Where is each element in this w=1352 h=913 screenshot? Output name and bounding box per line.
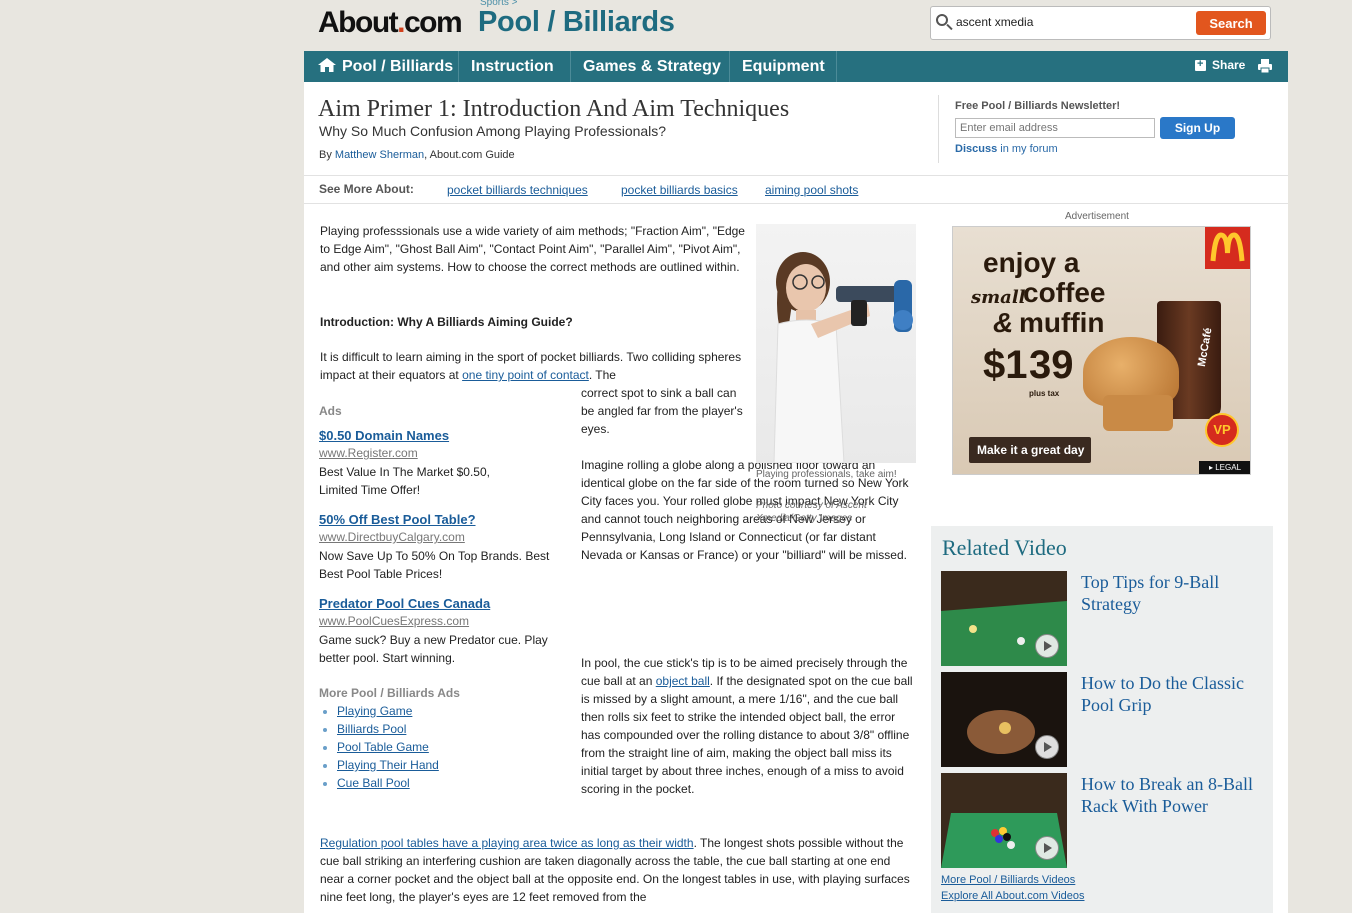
article-title: Aim Primer 1: Introduction And Aim Techn… [318, 96, 790, 122]
ad-price-cents: 39 [1029, 343, 1074, 387]
play-icon[interactable] [1035, 735, 1059, 759]
more-ads-label: More Pool / Billiards Ads [319, 686, 460, 700]
list-item[interactable]: Billiards Pool [337, 720, 439, 738]
see-more-link-techniques[interactable]: pocket billiards techniques [447, 183, 588, 197]
article-paragraph: correct spot to sink a ball can be angle… [581, 386, 743, 436]
video-thumbnail[interactable] [941, 672, 1067, 767]
discuss-forum-link[interactable]: Discuss in my forum [955, 143, 1058, 155]
print-icon[interactable] [1257, 58, 1273, 74]
list-item[interactable]: Pool Table Game [337, 738, 439, 756]
author-link[interactable]: Matthew Sherman [335, 149, 424, 161]
ad-title-link[interactable]: 50% Off Best Pool Table? [319, 512, 476, 527]
photo-caption: Playing professionals, take aim! [756, 469, 897, 480]
about-logo[interactable]: About.com [318, 6, 463, 40]
nav-item-games-strategy[interactable]: Games & Strategy [571, 51, 730, 82]
see-more-link-aiming[interactable]: aiming pool shots [765, 183, 858, 197]
search-input[interactable] [954, 12, 1188, 32]
video-thumbnail[interactable] [941, 571, 1067, 666]
related-video-title: Related Video [942, 535, 1067, 560]
more-ads-list: Playing Game Billiards Pool Pool Table G… [319, 702, 439, 792]
video-title-link[interactable]: How to Break an 8-Ball Rack With Power [1081, 773, 1266, 817]
logo-dot: . [397, 6, 405, 39]
more-videos-link[interactable]: More Pool / Billiards Videos [941, 874, 1075, 886]
ad-plus-tax: plus tax [1029, 389, 1060, 398]
see-more-link-basics[interactable]: pocket billiards basics [621, 183, 738, 197]
contact-point-link[interactable]: one tiny point of contact [462, 368, 589, 382]
ads-label: Ads [319, 404, 342, 418]
video-thumbnail[interactable] [941, 773, 1067, 868]
cup-label: McCafé [1195, 326, 1215, 368]
video-title-link[interactable]: How to Do the Classic Pool Grip [1081, 672, 1266, 716]
main-nav: Pool / Billiards Instruction Games & Str… [304, 51, 1288, 83]
ad-headline: enjoy a [983, 247, 1080, 278]
article-subtitle: Why So Much Confusion Among Playing Prof… [319, 123, 667, 139]
byline: By Matthew Sherman, About.com Guide [319, 149, 515, 161]
nav-item-instruction[interactable]: Instruction [459, 51, 571, 82]
ad-url-link[interactable]: www.PoolCuesExpress.com [319, 614, 469, 628]
ad-title-link[interactable]: $0.50 Domain Names [319, 428, 449, 443]
photo-credit: Photo courtesy of Ascent Xmedia/Getty Im… [756, 500, 867, 524]
ad-headline: small [971, 287, 1026, 308]
search-button[interactable]: Search [1196, 11, 1266, 35]
newsletter-title: Free Pool / Billiards Newsletter! [955, 100, 1121, 112]
search-icon [936, 14, 948, 26]
value-picks-badge: VP [1205, 413, 1239, 447]
regulation-tables-link[interactable]: Regulation pool tables have a playing ar… [320, 836, 694, 850]
ad-cta-button[interactable]: Make it a great day › [969, 437, 1091, 474]
explore-videos-link[interactable]: Explore All About.com Videos [941, 890, 1085, 902]
ad-headline: muffin [1019, 307, 1105, 338]
ad-description: Game suck? Buy a new Predator cue. Play … [319, 633, 548, 665]
ad-description: Best Value In The Market $0.50, Limited … [319, 465, 490, 497]
mcdonalds-logo-icon [1205, 227, 1250, 269]
share-button[interactable]: Share [1212, 58, 1245, 72]
article-paragraph: Playing professsionals use a wide variet… [320, 224, 745, 274]
section-title[interactable]: Pool / Billiards [478, 6, 675, 39]
play-icon[interactable] [1035, 836, 1059, 860]
ad-title-link[interactable]: Predator Pool Cues Canada [319, 596, 490, 611]
play-icon[interactable] [1035, 634, 1059, 658]
email-field[interactable] [955, 118, 1155, 138]
woman-aiming-pistol-illustration [773, 252, 913, 463]
article-paragraph: It is difficult to learn aiming in the s… [320, 350, 742, 382]
nav-item-equipment[interactable]: Equipment [730, 51, 837, 82]
ad-legal-link[interactable]: ▸ LEGAL [1199, 461, 1250, 474]
mcdonalds-ad[interactable]: enjoy a small coffee & muffin $1 39 plus… [952, 226, 1251, 475]
ad-url-link[interactable]: www.Register.com [319, 446, 418, 460]
ad-price: $1 [983, 343, 1028, 387]
share-icon[interactable] [1195, 58, 1206, 71]
home-icon [318, 58, 336, 72]
advertisement-label: Advertisement [1065, 211, 1129, 222]
see-more-label: See More About: [319, 182, 414, 196]
video-title-link[interactable]: Top Tips for 9-Ball Strategy [1081, 571, 1266, 615]
ad-headline: coffee [1023, 277, 1106, 308]
article-paragraph: In pool, the cue stick's tip is to be ai… [581, 656, 913, 796]
article-photo [756, 224, 916, 463]
ad-description: Now Save Up To 50% On Top Brands. Best B… [319, 549, 550, 581]
article-paragraph: Regulation pool tables have a playing ar… [320, 836, 910, 904]
list-item[interactable]: Cue Ball Pool [337, 774, 439, 792]
sign-up-button[interactable]: Sign Up [1160, 117, 1235, 139]
section-heading: Introduction: Why A Billiards Aiming Gui… [320, 315, 573, 329]
ad-url-link[interactable]: www.DirectbuyCalgary.com [319, 530, 465, 544]
muffin-base-icon [1103, 395, 1173, 431]
newsletter-divider [938, 95, 939, 163]
nav-item-pool-billiards[interactable]: Pool / Billiards [304, 51, 459, 82]
ad-headline: & [993, 307, 1014, 338]
list-item[interactable]: Playing Game [337, 702, 439, 720]
object-ball-link[interactable]: object ball [656, 674, 710, 688]
list-item[interactable]: Playing Their Hand [337, 756, 439, 774]
